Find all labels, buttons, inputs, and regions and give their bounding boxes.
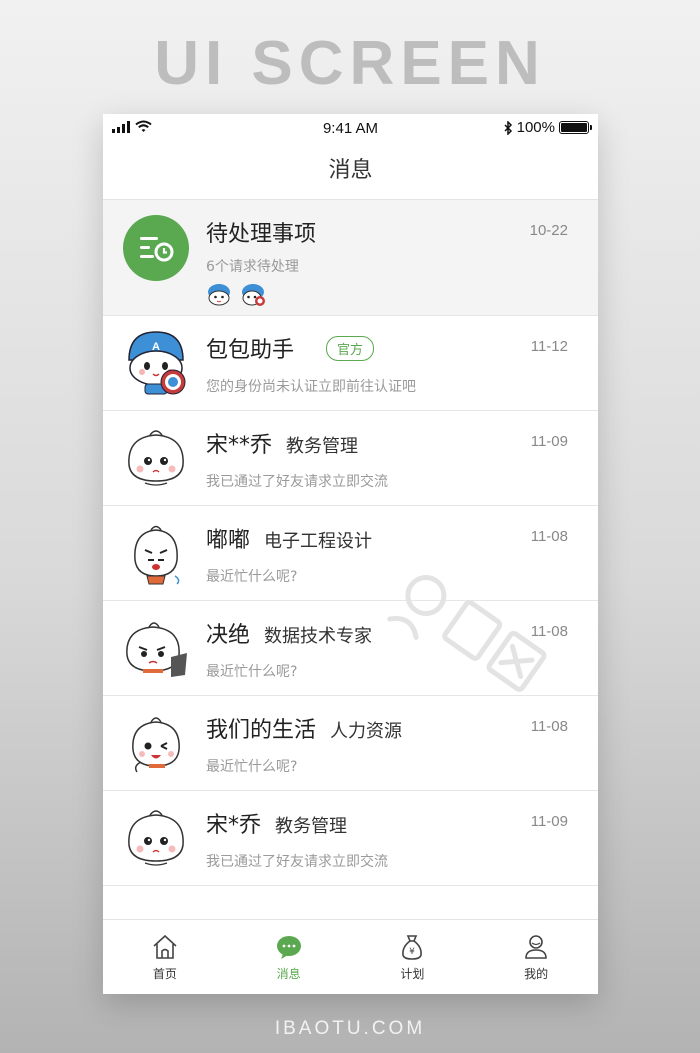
message-date: 11-08 [530, 623, 568, 640]
banner-title: UI SCREEN [154, 29, 546, 98]
money-bag-icon: ¥ [402, 935, 423, 960]
svg-text:¥: ¥ [410, 947, 416, 957]
message-date: 11-12 [530, 338, 568, 355]
battery-icon [559, 121, 592, 134]
message-row[interactable]: 决绝 数据技术专家 最近忙什么呢? 11-08 [103, 601, 598, 696]
message-department: 人力资源 [330, 721, 403, 742]
message-department: 电子工程设计 [264, 531, 373, 552]
message-date: 10-22 [529, 222, 568, 239]
message-name: 我们的生活 [206, 718, 317, 743]
message-preview: 最近忙什么呢? [206, 759, 298, 775]
message-department: 数据技术专家 [264, 626, 373, 647]
message-preview: 我已通过了好友请求立即交流 [206, 474, 388, 490]
message-row[interactable]: 宋**乔 教务管理 我已通过了好友请求立即交流 11-09 [103, 411, 598, 506]
tab-label: 首页 [152, 967, 177, 981]
requester-avatar[interactable] [206, 282, 232, 308]
message-name: 宋**乔 [206, 433, 273, 458]
tab-label: 消息 [276, 967, 301, 981]
home-icon [153, 934, 177, 959]
message-name: 包包助手 [206, 338, 295, 363]
bluetooth-icon [504, 120, 512, 135]
message-date: 11-09 [530, 433, 568, 450]
message-date: 11-08 [530, 528, 568, 545]
message-department: 教务管理 [275, 816, 348, 837]
tab-label: 计划 [400, 967, 425, 981]
page-title: 消息 [328, 158, 373, 183]
message-name: 待处理事项 [206, 222, 317, 247]
status-bar: 9:41 AM 100% [103, 114, 598, 142]
phone-screen: 9:41 AM 100% 消息 待处理事项 6个请求待处理 10-22 A 包包… [103, 114, 598, 994]
message-name: 宋*乔 [206, 813, 262, 838]
message-date: 11-09 [530, 813, 568, 830]
message-name: 嘟嘟 [206, 528, 251, 553]
message-row-pending[interactable]: 待处理事项 6个请求待处理 10-22 [103, 200, 598, 316]
bun-avatar [123, 805, 189, 871]
nav-bar: 消息 [103, 142, 598, 200]
tab-bar: 首页 消息 ¥ 计划 我的 [103, 919, 598, 994]
tab-home[interactable]: 首页 [103, 920, 227, 994]
chat-bubble-icon [276, 936, 301, 959]
message-preview: 您的身份尚未认证立即前往认证吧 [206, 379, 416, 395]
user-icon [525, 935, 547, 959]
tab-plan[interactable]: ¥ 计划 [351, 920, 475, 994]
bun-avatar [123, 425, 189, 491]
bun-avatar [123, 520, 189, 586]
captain-bun-avatar: A [123, 330, 189, 396]
clock-list-icon [123, 215, 189, 281]
message-row[interactable]: 嘟嘟 电子工程设计 最近忙什么呢? 11-08 [103, 506, 598, 601]
message-row[interactable]: 宋*乔 教务管理 我已通过了好友请求立即交流 11-09 [103, 791, 598, 886]
tab-profile[interactable]: 我的 [474, 920, 598, 994]
message-list: 待处理事项 6个请求待处理 10-22 A 包包助手 官方 您的身份尚未认证立即… [103, 200, 598, 886]
message-row[interactable]: 我们的生活 人力资源 最近忙什么呢? 11-08 [103, 696, 598, 791]
message-date: 11-08 [530, 718, 568, 735]
official-badge: 官方 [326, 336, 375, 361]
message-name: 决绝 [206, 623, 251, 648]
bun-avatar [123, 710, 189, 776]
message-preview: 最近忙什么呢? [206, 569, 298, 585]
message-preview: 我已通过了好友请求立即交流 [206, 854, 388, 870]
bun-avatar [123, 615, 189, 681]
tab-messages[interactable]: 消息 [227, 920, 351, 994]
battery-percent: 100% [516, 119, 555, 136]
requester-avatar[interactable] [240, 282, 266, 308]
message-preview: 6个请求待处理 [206, 259, 299, 275]
message-preview: 最近忙什么呢? [206, 664, 298, 680]
footer-brand: IBAOTU.COM [274, 1018, 426, 1039]
message-row[interactable]: A 包包助手 官方 您的身份尚未认证立即前往认证吧 11-12 [103, 316, 598, 411]
tab-label: 我的 [524, 967, 549, 981]
message-department: 教务管理 [286, 436, 359, 457]
